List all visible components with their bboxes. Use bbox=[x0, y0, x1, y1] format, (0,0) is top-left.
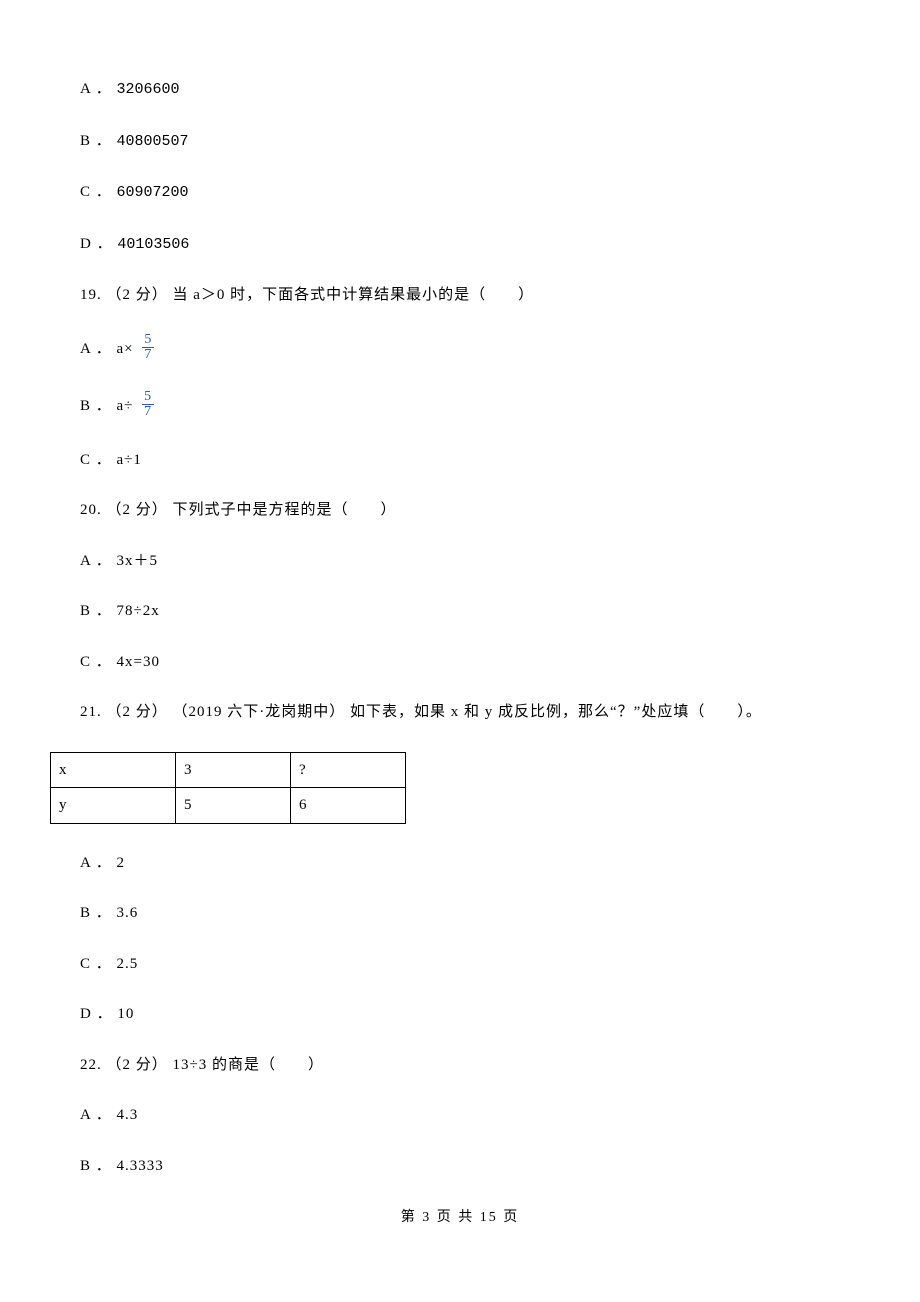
option-label: A ． bbox=[80, 855, 112, 871]
option-label: B ． bbox=[80, 603, 112, 619]
option-text: 40800507 bbox=[117, 133, 189, 150]
option-label: A ． bbox=[80, 1107, 112, 1123]
option-label: D ． bbox=[80, 1006, 113, 1022]
exam-page: A ． 3206600 B ． 40800507 C ． 60907200 D … bbox=[0, 0, 920, 1248]
option-text: 3206600 bbox=[117, 81, 180, 98]
option-text: 4.3333 bbox=[117, 1158, 164, 1174]
q21-data-table: x 3 ? y 5 6 bbox=[50, 752, 406, 824]
option-label: B ． bbox=[80, 905, 112, 921]
fraction-numerator: 5 bbox=[142, 390, 154, 405]
option-label: A ． bbox=[80, 553, 112, 569]
q18-option-d: D ． 40103506 bbox=[80, 233, 840, 257]
table-cell: 6 bbox=[291, 788, 406, 824]
option-text: a÷1 bbox=[117, 452, 142, 468]
page-footer: 第 3 页 共 15 页 bbox=[80, 1207, 840, 1228]
option-text: 4.3 bbox=[117, 1107, 139, 1123]
q19-stem: 19. （2 分） 当 a＞0 时，下面各式中计算结果最小的是（ ） bbox=[80, 284, 840, 307]
table-row: y 5 6 bbox=[51, 788, 406, 824]
option-text: 2.5 bbox=[117, 956, 139, 972]
question-points: （2 分） bbox=[107, 704, 168, 720]
option-label: C ． bbox=[80, 452, 112, 468]
question-number: 22. bbox=[80, 1057, 102, 1073]
option-text: a÷ bbox=[117, 397, 134, 413]
q22-option-b: B ． 4.3333 bbox=[80, 1155, 840, 1178]
option-text: 4x=30 bbox=[117, 654, 160, 670]
q20-option-c: C ． 4x=30 bbox=[80, 651, 840, 674]
table-cell: 5 bbox=[176, 788, 291, 824]
q21-option-b: B ． 3.6 bbox=[80, 902, 840, 925]
option-label: B ． bbox=[80, 397, 112, 413]
q22-stem: 22. （2 分） 13÷3 的商是（ ） bbox=[80, 1054, 840, 1077]
q21-option-c: C ． 2.5 bbox=[80, 953, 840, 976]
question-text: 13÷3 的商是（ ） bbox=[173, 1057, 324, 1073]
fraction-icon: 5 7 bbox=[142, 333, 154, 362]
option-text: 60907200 bbox=[117, 184, 189, 201]
option-text: 78÷2x bbox=[117, 603, 160, 619]
fraction-icon: 5 7 bbox=[142, 390, 154, 419]
option-label: C ． bbox=[80, 956, 112, 972]
q18-option-b: B ． 40800507 bbox=[80, 130, 840, 154]
option-label: C ． bbox=[80, 184, 112, 200]
question-points: （2 分） bbox=[107, 1057, 168, 1073]
option-label: D ． bbox=[80, 236, 113, 252]
question-number: 20. bbox=[80, 502, 102, 518]
question-text: 如下表，如果 x 和 y 成反比例，那么“？”处应填（ ）。 bbox=[350, 704, 762, 720]
fraction-denominator: 7 bbox=[142, 348, 154, 362]
table-cell: ? bbox=[291, 752, 406, 788]
table-row: x 3 ? bbox=[51, 752, 406, 788]
question-text: 下列式子中是方程的是（ ） bbox=[173, 502, 397, 518]
option-label: B ． bbox=[80, 1158, 112, 1174]
q21-option-d: D ． 10 bbox=[80, 1003, 840, 1026]
question-points: （2 分） bbox=[107, 502, 168, 518]
option-label: B ． bbox=[80, 133, 112, 149]
question-source: （2019 六下·龙岗期中） bbox=[173, 704, 346, 720]
table-cell: y bbox=[51, 788, 176, 824]
q19-option-a: A ． a× 5 7 bbox=[80, 335, 840, 364]
option-label: A ． bbox=[80, 340, 112, 356]
q19-option-b: B ． a÷ 5 7 bbox=[80, 392, 840, 421]
table-cell: 3 bbox=[176, 752, 291, 788]
q18-option-c: C ． 60907200 bbox=[80, 181, 840, 205]
q21-stem: 21. （2 分） （2019 六下·龙岗期中） 如下表，如果 x 和 y 成反… bbox=[80, 701, 840, 724]
q20-option-a: A ． 3x＋5 bbox=[80, 550, 840, 573]
q22-option-a: A ． 4.3 bbox=[80, 1104, 840, 1127]
option-text: a× bbox=[117, 340, 134, 356]
option-text: 40103506 bbox=[117, 236, 189, 253]
option-text: 10 bbox=[117, 1006, 134, 1022]
q19-option-c: C ． a÷1 bbox=[80, 449, 840, 472]
table-cell: x bbox=[51, 752, 176, 788]
q20-option-b: B ． 78÷2x bbox=[80, 600, 840, 623]
question-number: 19. bbox=[80, 287, 102, 303]
fraction-denominator: 7 bbox=[142, 405, 154, 419]
q18-option-a: A ． 3206600 bbox=[80, 78, 840, 102]
option-label: A ． bbox=[80, 81, 112, 97]
option-label: C ． bbox=[80, 654, 112, 670]
fraction-numerator: 5 bbox=[142, 333, 154, 348]
q21-option-a: A ． 2 bbox=[80, 852, 840, 875]
q20-stem: 20. （2 分） 下列式子中是方程的是（ ） bbox=[80, 499, 840, 522]
option-text: 3.6 bbox=[117, 905, 139, 921]
option-text: 3x＋5 bbox=[117, 553, 159, 569]
question-text: 当 a＞0 时，下面各式中计算结果最小的是（ ） bbox=[173, 287, 535, 303]
option-text: 2 bbox=[117, 855, 126, 871]
question-number: 21. bbox=[80, 704, 102, 720]
question-points: （2 分） bbox=[107, 287, 168, 303]
